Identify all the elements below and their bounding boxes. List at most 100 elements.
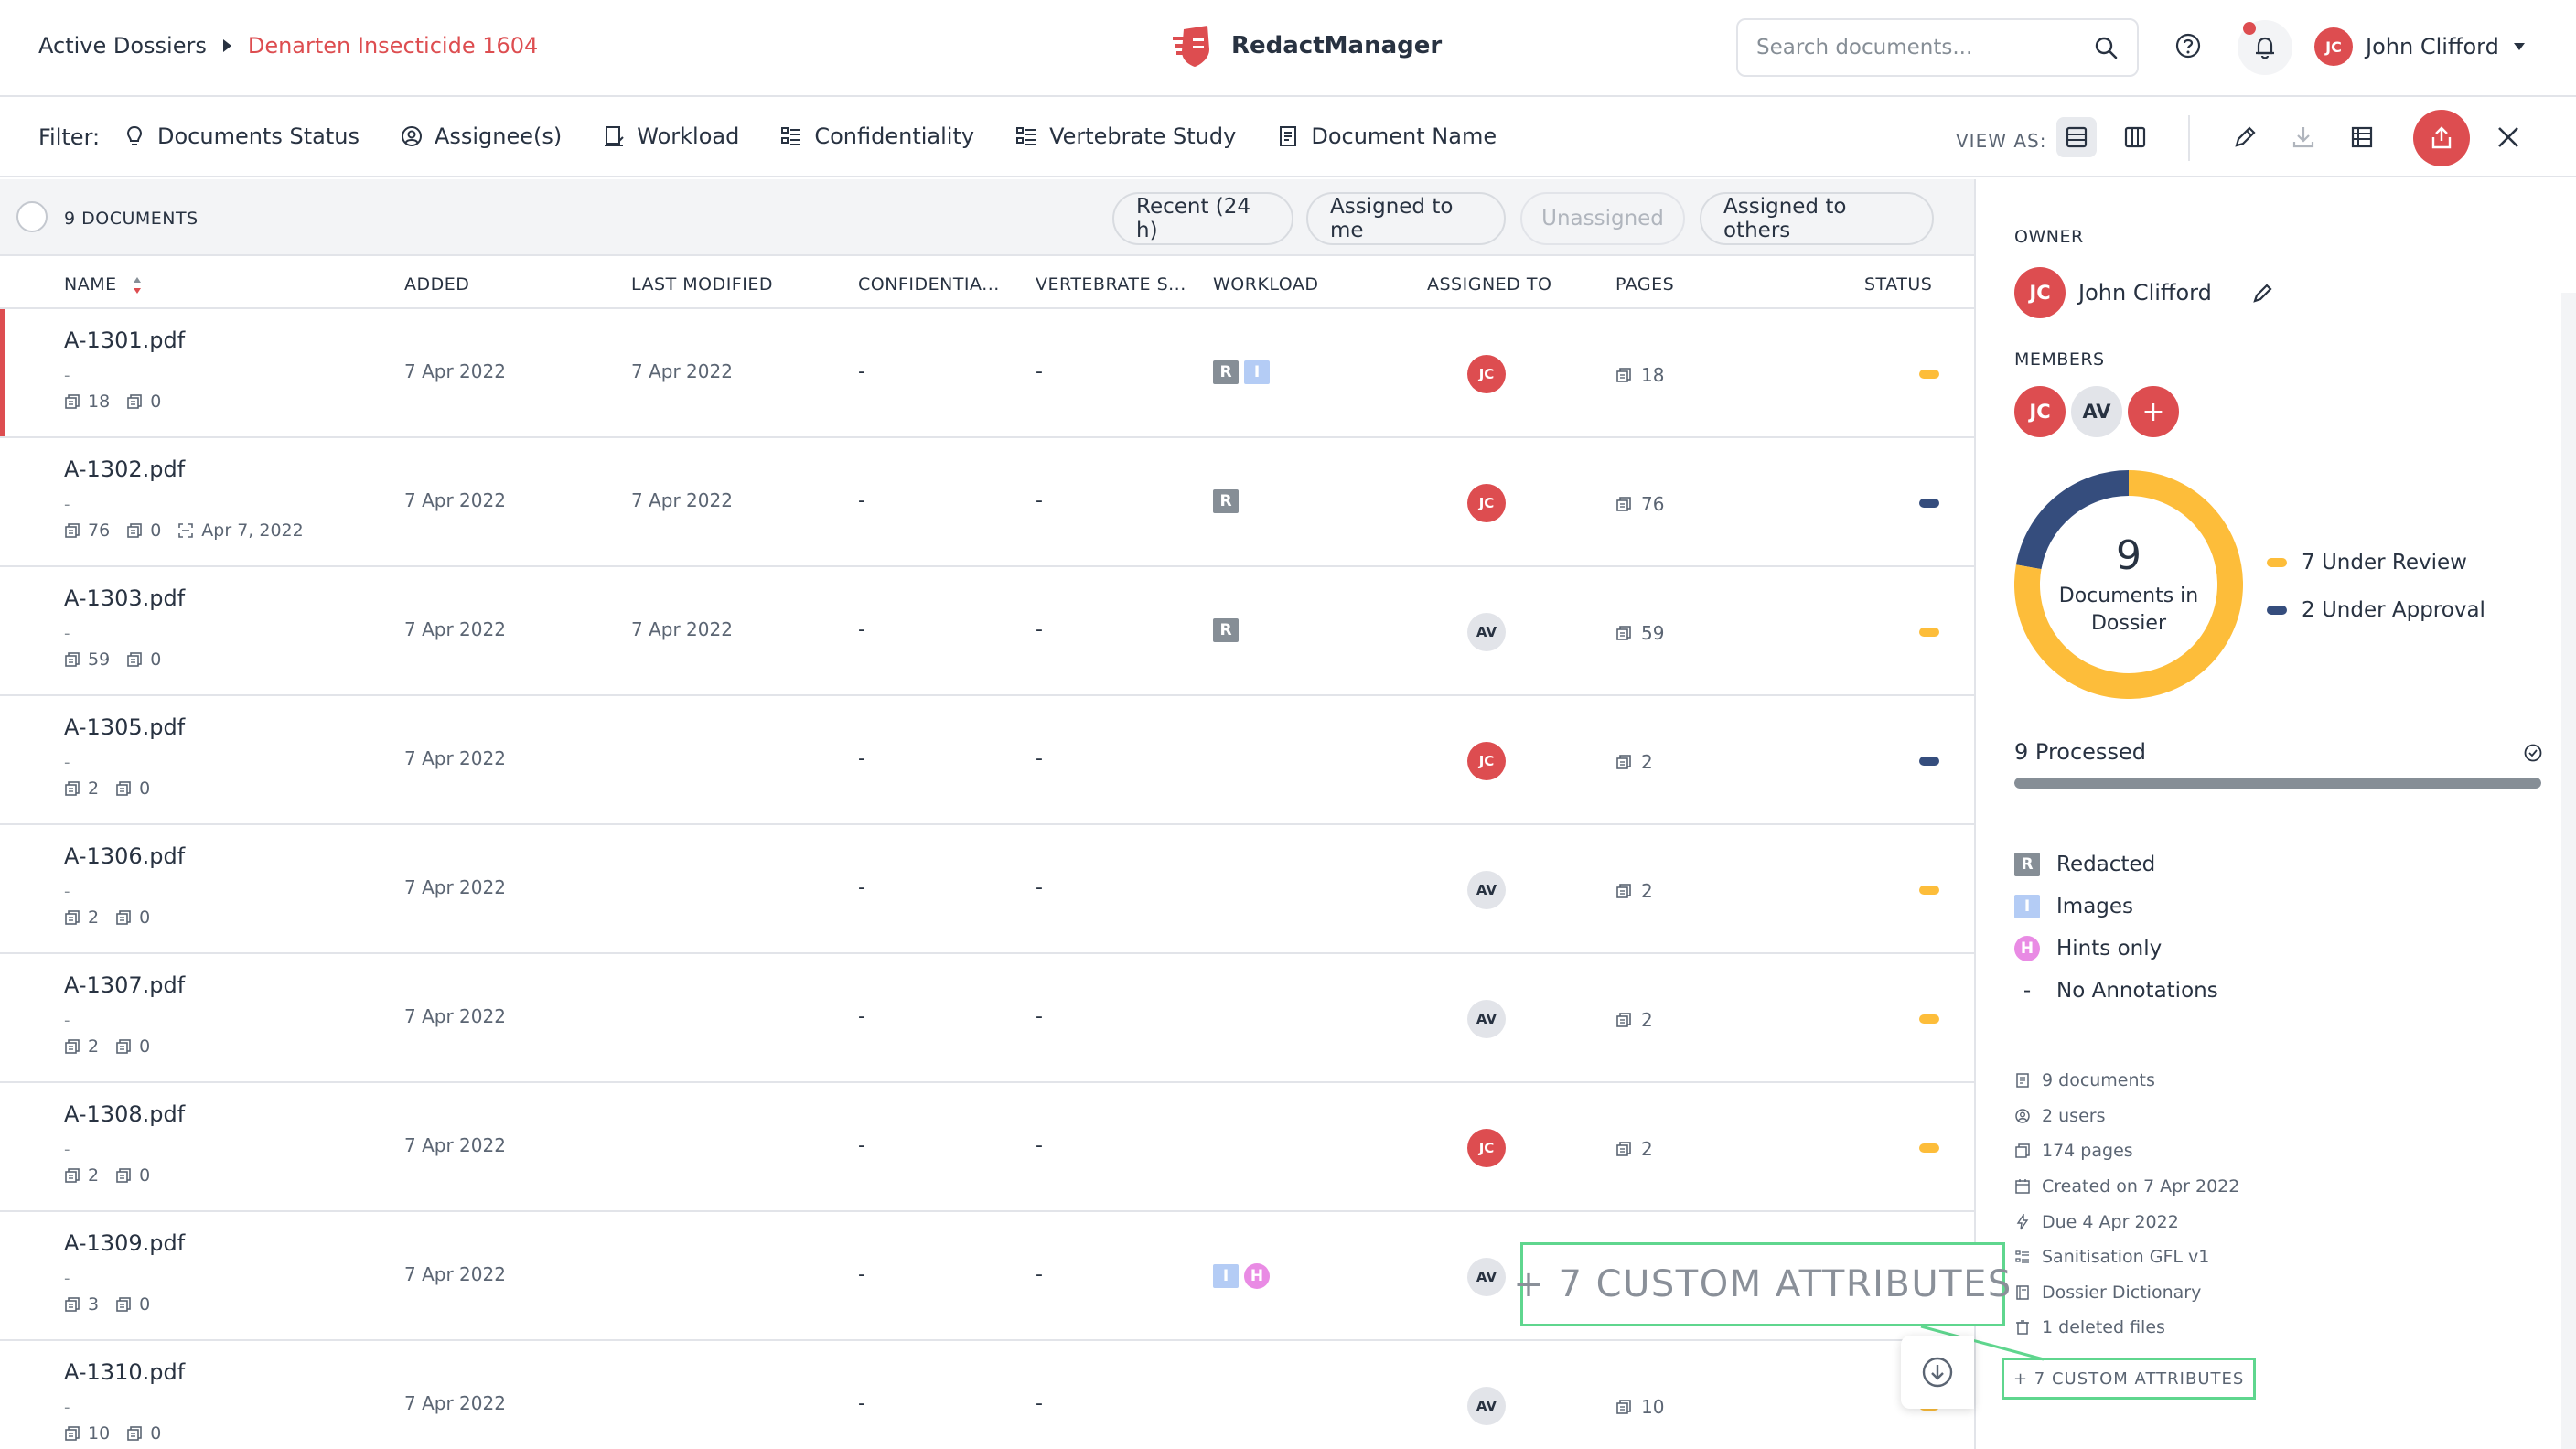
- confidentiality-value: -: [858, 1134, 865, 1157]
- file-name[interactable]: A-1302.pdf: [64, 456, 185, 482]
- pencil-icon: [2235, 126, 2256, 147]
- search-input[interactable]: [1756, 36, 2093, 59]
- assignee-avatar[interactable]: JC: [1467, 742, 1506, 780]
- meta-pages: 76: [64, 521, 110, 541]
- file-name[interactable]: A-1301.pdf: [64, 327, 185, 353]
- assignee-avatar[interactable]: AV: [1467, 613, 1506, 651]
- filter-documents-status[interactable]: Documents Status: [123, 117, 360, 156]
- meta-ocr: Apr 7, 2022: [177, 521, 304, 541]
- legend-under-review[interactable]: 7 Under Review: [2267, 551, 2485, 574]
- filter-label-workload: Workload: [637, 123, 740, 149]
- file-name[interactable]: A-1310.pdf: [64, 1359, 185, 1385]
- file-name[interactable]: A-1306.pdf: [64, 843, 185, 869]
- file-name[interactable]: A-1305.pdf: [64, 714, 185, 740]
- pages-value: 76: [1641, 493, 1665, 515]
- notification-dot: [2243, 22, 2256, 35]
- pages-icon: [65, 523, 80, 538]
- column-header-last-modified[interactable]: LAST MODIFIED: [631, 274, 773, 295]
- column-header-status[interactable]: STATUS: [1864, 274, 1932, 295]
- assignee-avatar[interactable]: AV: [1467, 1000, 1506, 1038]
- legend-under-approval[interactable]: 2 Under Approval: [2267, 598, 2485, 622]
- user-menu[interactable]: JC John Clifford: [2314, 27, 2525, 66]
- table-row[interactable]: A-1307.pdf -2 0 7 Apr 2022- - AV 2: [0, 954, 1974, 1083]
- status-indicator[interactable]: [1919, 1143, 1939, 1153]
- template-icon: [2015, 1250, 2029, 1263]
- select-all-checkbox[interactable]: [16, 201, 48, 232]
- file-meta: 59 0: [64, 649, 177, 670]
- stat-text: Sanitisation GFL v1: [2042, 1247, 2210, 1268]
- table-row[interactable]: A-1303.pdf -59 0 7 Apr 2022 7 Apr 2022- - R AV 5…: [0, 567, 1974, 696]
- column-header-workload[interactable]: WORKLOAD: [1213, 274, 1319, 295]
- scroll-down-button[interactable]: [1901, 1336, 1974, 1409]
- file-name[interactable]: A-1308.pdf: [64, 1101, 185, 1127]
- column-header-vertebrate-study[interactable]: VERTEBRATE S...: [1036, 274, 1186, 295]
- add-member-button[interactable]: +: [2128, 386, 2179, 437]
- table-settings-button[interactable]: [2342, 117, 2382, 157]
- brand[interactable]: RedactManager: [1171, 22, 1442, 70]
- filter-workload[interactable]: Workload: [602, 117, 739, 156]
- stat-text: 9 documents: [2042, 1070, 2155, 1091]
- table-row[interactable]: A-1302.pdf -76 0 Apr 7, 2022 7 Apr 2022 7 Apr…: [0, 438, 1974, 567]
- assignee-avatar[interactable]: AV: [1467, 871, 1506, 909]
- chip-assigned-to-others[interactable]: Assigned to others: [1700, 192, 1934, 245]
- table-row[interactable]: A-1310.pdf -10 0 7 Apr 2022- - AV 10: [0, 1341, 1974, 1449]
- status-indicator[interactable]: [1919, 370, 1939, 379]
- breadcrumb-active-dossiers[interactable]: Active Dossiers: [38, 33, 207, 59]
- table-row[interactable]: A-1308.pdf -2 0 7 Apr 2022- - JC 2: [0, 1083, 1974, 1212]
- custom-attributes-link[interactable]: + 7 CUSTOM ATTRIBUTES: [2002, 1358, 2257, 1400]
- breadcrumb-current-dossier[interactable]: Denarten Insecticide 1604: [248, 33, 538, 59]
- panel-scrollbar[interactable]: [2561, 293, 2576, 1449]
- column-header-pages[interactable]: PAGES: [1615, 274, 1674, 295]
- member-avatar[interactable]: JC: [2014, 386, 2066, 437]
- images-badge-icon: I: [1244, 360, 1270, 384]
- edit-dossier-button[interactable]: [2225, 117, 2265, 157]
- download-button[interactable]: [2283, 117, 2324, 157]
- document-icon: [2016, 1073, 2029, 1089]
- notifications-button[interactable]: [2238, 20, 2292, 75]
- filter-vertebrate-study[interactable]: Vertebrate Study: [1014, 117, 1236, 156]
- status-indicator[interactable]: [1919, 886, 1939, 895]
- status-indicator[interactable]: [1919, 757, 1939, 766]
- last-modified-date: 7 Apr 2022: [631, 618, 733, 640]
- export-button[interactable]: [2413, 110, 2470, 166]
- table-row[interactable]: A-1306.pdf -2 0 7 Apr 2022- - AV 2: [0, 825, 1974, 954]
- meta-annotations-count: 0: [139, 778, 151, 799]
- app-header: Active Dossiers Denarten Insecticide 160…: [0, 0, 2576, 97]
- status-indicator[interactable]: [1919, 1014, 1939, 1024]
- assignee-avatar[interactable]: JC: [1467, 1129, 1506, 1167]
- filter-confidentiality[interactable]: Confidentiality: [779, 117, 974, 156]
- table-row[interactable]: A-1305.pdf -2 0 7 Apr 2022- - JC 2: [0, 696, 1974, 825]
- workload-badges: IH: [1213, 1263, 1275, 1289]
- assignee-avatar[interactable]: AV: [1467, 1387, 1506, 1425]
- file-name[interactable]: A-1309.pdf: [64, 1230, 185, 1256]
- edit-owner-pencil-icon[interactable]: [2250, 280, 2276, 306]
- chip-recent[interactable]: Recent (24 h): [1112, 192, 1293, 245]
- filter-document-name[interactable]: Document Name: [1276, 117, 1497, 156]
- column-header-assigned-to[interactable]: ASSIGNED TO: [1427, 274, 1551, 295]
- assignee-avatar[interactable]: AV: [1467, 1258, 1506, 1296]
- column-header-name[interactable]: NAME: [64, 274, 143, 295]
- meta-annotations: 0: [115, 1036, 150, 1057]
- file-name[interactable]: A-1303.pdf: [64, 585, 185, 611]
- assignee-avatar[interactable]: JC: [1467, 355, 1506, 393]
- status-indicator[interactable]: [1919, 499, 1939, 508]
- table-row[interactable]: A-1301.pdf -18 0 7 Apr 2022 7 Apr 2022- - R I JC…: [0, 309, 1974, 438]
- meta-pages-count: 18: [88, 392, 111, 412]
- list-view-button[interactable]: [2056, 117, 2097, 157]
- board-view-button[interactable]: [2115, 117, 2155, 157]
- assignee-avatar[interactable]: JC: [1467, 484, 1506, 522]
- pages-count: 2: [1615, 1009, 1653, 1031]
- file-name[interactable]: A-1307.pdf: [64, 972, 185, 998]
- workload-legend-label: No Annotations: [2056, 979, 2218, 1003]
- column-header-confidentiality[interactable]: CONFIDENTIA...: [858, 274, 1000, 295]
- chip-assigned-to-me[interactable]: Assigned to me: [1306, 192, 1506, 245]
- column-header-added[interactable]: ADDED: [404, 274, 469, 295]
- status-indicator[interactable]: [1919, 628, 1939, 637]
- search-icon[interactable]: [2093, 35, 2119, 60]
- help-button[interactable]: [2170, 27, 2206, 64]
- pages-icon: [1616, 884, 1631, 898]
- chip-unassigned[interactable]: Unassigned: [1520, 192, 1685, 245]
- member-avatar[interactable]: AV: [2071, 386, 2122, 437]
- filter-assignees[interactable]: Assignee(s): [400, 117, 562, 156]
- close-button[interactable]: [2488, 117, 2528, 157]
